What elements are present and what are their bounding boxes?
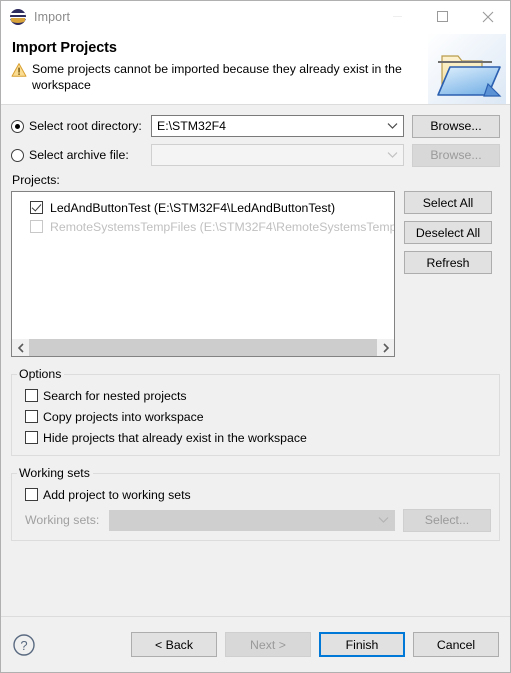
project-label: RemoteSystemsTempFiles (E:\STM32F4\Remot… xyxy=(50,219,394,234)
working-sets-field-row: Working sets: Select... xyxy=(12,507,499,533)
working-sets-select-button: Select... xyxy=(403,508,491,532)
root-directory-combo[interactable]: E:\STM32F4 xyxy=(151,115,404,137)
window-title: Import xyxy=(34,9,71,24)
working-sets-group: Working sets Add project to working sets… xyxy=(11,466,500,541)
chevron-down-icon xyxy=(387,123,397,129)
back-button[interactable]: < Back xyxy=(131,632,217,657)
projects-area: LedAndButtonTest (E:\STM32F4\LedAndButto… xyxy=(11,191,500,357)
projects-listbox[interactable]: LedAndButtonTest (E:\STM32F4\LedAndButto… xyxy=(11,191,395,357)
option-checkbox[interactable] xyxy=(25,431,38,444)
banner: Import Projects Some projects cannot be … xyxy=(1,32,510,105)
option-label: Copy projects into workspace xyxy=(43,409,204,424)
project-checkbox xyxy=(30,220,43,233)
projects-label: Projects: xyxy=(12,173,60,187)
projects-side-buttons: Select All Deselect All Refresh xyxy=(404,191,492,281)
radio-archive-file[interactable]: Select archive file: xyxy=(11,148,151,162)
chevron-down-icon xyxy=(387,152,397,158)
radio-root-directory-label: Select root directory: xyxy=(29,119,142,133)
select-all-button[interactable]: Select All xyxy=(404,191,492,214)
working-sets-field-label: Working sets: xyxy=(25,513,100,527)
browse-archive-file-button: Browse... xyxy=(412,143,500,167)
option-label: Search for nested projects xyxy=(43,388,187,403)
dialog-footer: ? < Back Next > Finish Cancel xyxy=(1,616,510,672)
add-to-working-sets-checkbox[interactable] xyxy=(25,488,38,501)
archive-file-dropdown-button xyxy=(381,145,403,165)
deselect-all-button[interactable]: Deselect All xyxy=(404,221,492,244)
option-label: Hide projects that already exist in the … xyxy=(43,430,307,445)
browse-root-directory-button[interactable]: Browse... xyxy=(412,114,500,138)
add-project-to-working-sets-row[interactable]: Add project to working sets xyxy=(12,484,499,505)
project-checkbox[interactable] xyxy=(30,201,43,214)
import-dialog: Import Import Projects Some projects can… xyxy=(0,0,511,673)
options-legend: Options xyxy=(19,367,62,381)
scrollbar-thumb[interactable] xyxy=(29,339,377,356)
working-sets-combo xyxy=(109,509,395,531)
chevron-down-icon xyxy=(378,517,388,523)
add-to-working-sets-label: Add project to working sets xyxy=(43,487,191,502)
projects-list-items: LedAndButtonTest (E:\STM32F4\LedAndButto… xyxy=(12,192,394,338)
root-directory-row: Select root directory: E:\STM32F4 Browse… xyxy=(11,114,500,138)
minimize-button[interactable] xyxy=(375,1,420,32)
archive-file-row: Select archive file: Browse... xyxy=(11,143,500,167)
project-label: LedAndButtonTest (E:\STM32F4\LedAndButto… xyxy=(50,200,336,215)
banner-message: Some projects cannot be imported because… xyxy=(32,62,402,92)
options-group: Options Search for nested projects Copy … xyxy=(11,367,500,456)
help-icon[interactable]: ? xyxy=(12,633,36,657)
cancel-button[interactable]: Cancel xyxy=(413,632,499,657)
option-checkbox[interactable] xyxy=(25,410,38,423)
chevron-right-icon xyxy=(382,342,389,353)
svg-text:?: ? xyxy=(20,638,27,653)
radio-archive-file-label: Select archive file: xyxy=(29,148,129,162)
root-directory-value: E:\STM32F4 xyxy=(157,119,227,133)
scroll-left-button[interactable] xyxy=(12,339,29,356)
warning-icon xyxy=(11,63,27,77)
dialog-content: Select root directory: E:\STM32F4 Browse… xyxy=(1,105,510,616)
minimize-icon xyxy=(393,16,402,17)
title-bar: Import xyxy=(1,1,510,32)
window-controls xyxy=(375,1,510,32)
refresh-button[interactable]: Refresh xyxy=(404,251,492,274)
archive-file-combo xyxy=(151,144,404,166)
option-search-nested-projects[interactable]: Search for nested projects xyxy=(12,385,499,406)
radio-root-directory[interactable]: Select root directory: xyxy=(11,119,151,133)
chevron-left-icon xyxy=(17,342,24,353)
working-sets-dropdown-button xyxy=(372,510,394,530)
next-button: Next > xyxy=(225,632,311,657)
option-checkbox[interactable] xyxy=(25,389,38,402)
import-folder-icon xyxy=(428,34,506,104)
option-hide-existing-projects[interactable]: Hide projects that already exist in the … xyxy=(12,427,499,448)
radio-root-directory-indicator xyxy=(11,119,24,133)
close-icon xyxy=(482,11,493,22)
maximize-button[interactable] xyxy=(420,1,465,32)
scroll-right-button[interactable] xyxy=(377,339,394,356)
list-item[interactable]: LedAndButtonTest (E:\STM32F4\LedAndButto… xyxy=(12,198,394,217)
option-copy-projects-into-workspace[interactable]: Copy projects into workspace xyxy=(12,406,499,427)
working-sets-legend: Working sets xyxy=(19,466,90,480)
close-button[interactable] xyxy=(465,1,510,32)
banner-message-row: Some projects cannot be imported because… xyxy=(11,61,421,93)
radio-archive-file-indicator xyxy=(11,148,24,162)
list-item: RemoteSystemsTempFiles (E:\STM32F4\Remot… xyxy=(12,217,394,236)
maximize-icon xyxy=(437,11,448,22)
finish-button[interactable]: Finish xyxy=(319,632,405,657)
eclipse-icon xyxy=(10,8,26,25)
horizontal-scrollbar[interactable] xyxy=(12,338,394,356)
root-directory-dropdown-button[interactable] xyxy=(381,116,403,136)
